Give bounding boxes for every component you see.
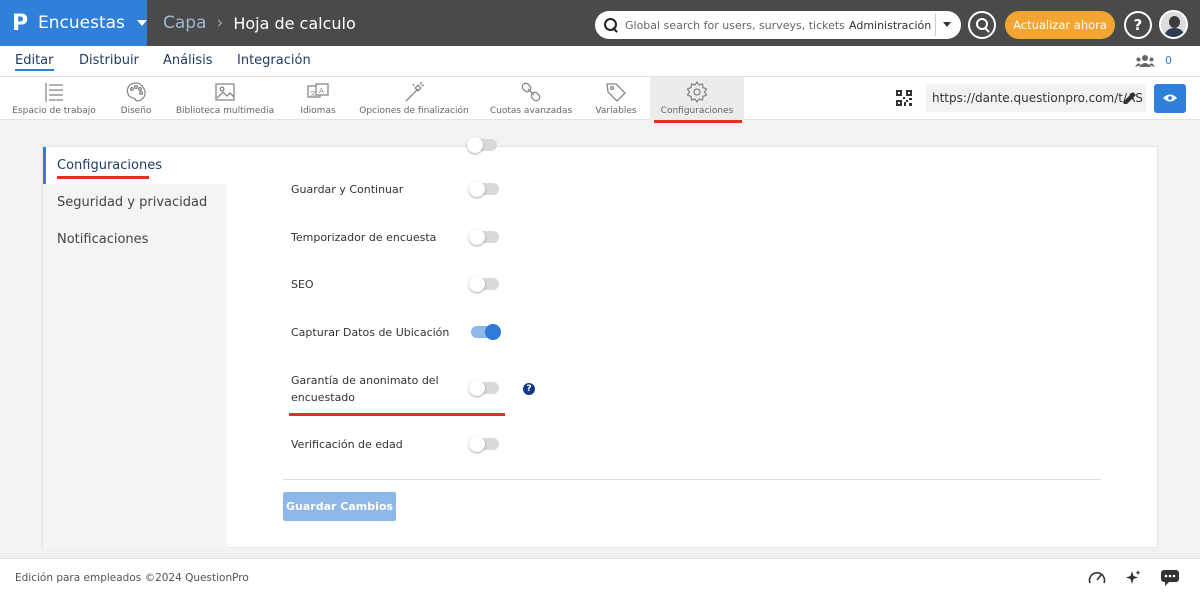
product-name: Encuestas xyxy=(38,13,125,33)
nav-tab-distribute[interactable]: Distribuir xyxy=(79,53,139,68)
copyright-text: Edición para empleados ©2024 QuestionPro xyxy=(15,572,249,584)
setting-label-anonymity-line1: Garantía de anonimato del xyxy=(291,374,439,387)
toggle-respondent-anonymity[interactable] xyxy=(469,380,499,396)
breadcrumb-folder[interactable]: Capa xyxy=(163,13,207,33)
setting-label-anonymity-line2: encuestado xyxy=(291,391,356,404)
tool-workspace[interactable]: Espacio de trabajo xyxy=(8,77,100,120)
search-scope-divider xyxy=(935,14,936,36)
caret-down-icon[interactable] xyxy=(943,22,951,27)
gear-icon xyxy=(686,81,708,103)
toggle-location-capture[interactable] xyxy=(471,324,501,340)
toggle-age-verification[interactable] xyxy=(469,436,499,452)
main-nav: Editar Distribuir Análisis Integración 0 xyxy=(0,46,1200,77)
toggle-survey-timer[interactable] xyxy=(469,229,499,245)
chat-support-icon[interactable] xyxy=(1159,569,1181,587)
eye-icon xyxy=(1163,94,1177,102)
tool-variables[interactable]: Variables xyxy=(592,77,640,120)
search-button[interactable] xyxy=(968,11,996,39)
palette-icon xyxy=(126,82,146,102)
survey-url-field[interactable]: https://dante.questionpro.com/t/AS xyxy=(926,84,1146,112)
qr-code-icon[interactable] xyxy=(896,90,912,106)
tool-media-library[interactable]: Biblioteca multimedia xyxy=(172,77,278,120)
chevron-right-icon: › xyxy=(216,13,224,33)
survey-url: https://dante.questionpro.com/t/AS xyxy=(932,91,1143,105)
search-scope-select[interactable]: Administración xyxy=(849,19,931,32)
questionpro-logo-icon: P xyxy=(12,10,29,36)
tag-icon xyxy=(606,83,626,102)
tool-advanced-quotas[interactable]: Cuotas avanzadas xyxy=(488,77,574,120)
sparkle-ai-icon[interactable] xyxy=(1124,569,1142,587)
help-button[interactable]: ? xyxy=(1124,11,1152,39)
user-avatar[interactable] xyxy=(1159,10,1188,39)
link-chain-icon xyxy=(521,82,541,102)
toggle-save-continue[interactable] xyxy=(469,181,499,197)
sidebar-item-notifications[interactable]: Notificaciones xyxy=(43,221,227,258)
global-search: Administración xyxy=(595,11,961,39)
tool-end-options[interactable]: Opciones de finalización xyxy=(358,77,470,120)
magic-wand-icon xyxy=(405,82,425,102)
setting-label-survey-timer: Temporizador de encuesta xyxy=(291,231,437,244)
footer: Edición para empleados ©2024 QuestionPro xyxy=(0,558,1200,595)
tool-design[interactable]: Diseño xyxy=(112,77,160,120)
nav-tab-analysis[interactable]: Análisis xyxy=(163,53,212,68)
nav-tab-edit[interactable]: Editar xyxy=(15,53,54,71)
toggle-seo[interactable] xyxy=(469,276,499,292)
pencil-icon[interactable] xyxy=(1122,90,1138,106)
settings-sidebar: Configuraciones Seguridad y privacidad N… xyxy=(43,147,227,549)
setting-label-seo: SEO xyxy=(291,278,314,291)
save-changes-button[interactable]: Guardar Cambios xyxy=(283,492,396,521)
collaborators-count: 0 xyxy=(1165,54,1172,67)
setting-label-location-capture: Capturar Datos de Ubicación xyxy=(291,326,450,339)
image-icon xyxy=(215,83,235,101)
setting-label-age-verification: Verificación de edad xyxy=(291,438,403,451)
upgrade-now-button[interactable]: Actualizar ahora xyxy=(1005,11,1115,39)
language-icon: A文 xyxy=(307,83,329,98)
top-bar: P Encuestas Capa › Hoja de calculo Admin… xyxy=(0,0,1200,46)
svg-text:文: 文 xyxy=(310,90,316,98)
settings-panel: Configuraciones Seguridad y privacidad N… xyxy=(42,137,1158,549)
caret-down-icon xyxy=(136,20,147,26)
global-search-input[interactable] xyxy=(625,18,845,32)
breadcrumb: Capa › Hoja de calculo xyxy=(163,0,356,46)
survey-title: Hoja de calculo xyxy=(233,13,356,33)
svg-text:A: A xyxy=(319,87,324,95)
sidebar-active-highlight xyxy=(57,176,149,179)
speedometer-icon[interactable] xyxy=(1088,569,1106,587)
tool-languages[interactable]: A文 Idiomas xyxy=(296,77,340,120)
workspace-icon xyxy=(45,83,63,102)
setting-toggle-hidden-above[interactable] xyxy=(467,137,497,153)
sidebar-item-security-privacy[interactable]: Seguridad y privacidad xyxy=(43,184,227,221)
settings-tab-highlight xyxy=(654,120,742,123)
anonymity-highlight xyxy=(289,413,505,416)
setting-label-save-continue: Guardar y Continuar xyxy=(291,183,404,196)
nav-tab-integration[interactable]: Integración xyxy=(237,53,311,68)
collaborators-icon[interactable] xyxy=(1135,55,1155,67)
search-icon xyxy=(604,18,618,32)
preview-button[interactable] xyxy=(1154,84,1186,113)
product-switcher[interactable]: P Encuestas xyxy=(0,0,147,46)
tool-settings[interactable]: Configuraciones xyxy=(650,77,744,120)
form-divider xyxy=(283,479,1101,480)
question-mark-icon[interactable]: ? xyxy=(523,383,535,395)
